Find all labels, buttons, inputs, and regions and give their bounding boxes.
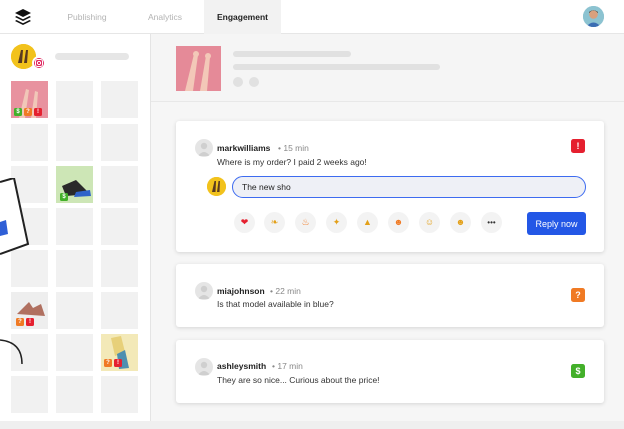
heart-icon[interactable]: ❤ bbox=[234, 212, 255, 233]
post-placeholder bbox=[101, 166, 138, 203]
post-placeholder bbox=[56, 250, 93, 287]
post-placeholder bbox=[11, 124, 48, 161]
post-caption-placeholder bbox=[233, 64, 440, 70]
question-tag-icon[interactable]: ? bbox=[571, 288, 585, 302]
price-tag-badge: $ bbox=[60, 193, 68, 201]
default-avatar-icon bbox=[198, 285, 210, 299]
post-placeholder bbox=[101, 292, 138, 329]
tab-publishing[interactable]: Publishing bbox=[44, 0, 130, 34]
decorative-arc-icon bbox=[0, 339, 23, 365]
post-placeholder bbox=[56, 376, 93, 413]
comment-text: Is that model available in blue? bbox=[217, 299, 334, 309]
post-placeholder bbox=[101, 81, 138, 118]
comment-time: • 15 min bbox=[278, 143, 309, 153]
heart-eyes-icon[interactable]: ☻ bbox=[388, 212, 409, 233]
alert-tag-badge: ! bbox=[34, 108, 42, 116]
post-placeholder bbox=[101, 124, 138, 161]
default-avatar-icon bbox=[198, 361, 210, 375]
instagram-icon bbox=[32, 56, 46, 70]
post-placeholder bbox=[56, 334, 93, 371]
comment-text: They are so nice... Curious about the pr… bbox=[217, 375, 380, 385]
alert-tag-badge: ! bbox=[26, 318, 34, 326]
question-tag-badge: ? bbox=[16, 318, 24, 326]
top-navigation: Publishing Analytics Engagement bbox=[0, 0, 624, 34]
post-placeholder bbox=[56, 208, 93, 245]
post-placeholder bbox=[11, 376, 48, 413]
post-placeholder bbox=[101, 208, 138, 245]
post-placeholder bbox=[101, 250, 138, 287]
hands-icon[interactable]: ❧ bbox=[264, 212, 285, 233]
default-avatar-icon bbox=[198, 142, 210, 156]
tab-analytics[interactable]: Analytics bbox=[124, 0, 206, 34]
comment-card[interactable] bbox=[176, 340, 604, 403]
alert-tag-icon[interactable]: ! bbox=[571, 139, 585, 153]
comment-username[interactable]: ashleysmith bbox=[217, 361, 266, 371]
pray-icon[interactable]: ▲ bbox=[357, 212, 378, 233]
comment-icon bbox=[249, 77, 259, 87]
reply-account-avatar bbox=[207, 177, 226, 196]
account-photo-icon bbox=[207, 177, 226, 196]
smile-icon[interactable]: ☺ bbox=[419, 212, 440, 233]
reply-input[interactable] bbox=[232, 176, 586, 198]
post-caption-placeholder bbox=[233, 51, 351, 57]
post-header bbox=[151, 34, 624, 102]
heart-icon bbox=[233, 77, 243, 87]
tab-engagement[interactable]: Engagement bbox=[204, 0, 281, 34]
question-tag-badge: ? bbox=[24, 108, 32, 116]
comment-time: • 17 min bbox=[272, 361, 303, 371]
reply-now-button[interactable]: Reply now bbox=[527, 212, 586, 235]
comment-time: • 22 min bbox=[270, 286, 301, 296]
post-placeholder bbox=[56, 124, 93, 161]
price-tag-badge: $ bbox=[14, 108, 22, 116]
post-placeholder bbox=[101, 376, 138, 413]
fire-icon[interactable]: ♨ bbox=[295, 212, 316, 233]
comment-username[interactable]: markwilliams bbox=[217, 143, 270, 153]
laugh-icon[interactable]: ☻ bbox=[450, 212, 471, 233]
commenter-avatar bbox=[195, 139, 213, 157]
post-placeholder bbox=[56, 81, 93, 118]
phone-illustration-icon bbox=[0, 178, 30, 255]
comment-username[interactable]: miajohnson bbox=[217, 286, 265, 296]
post-placeholder bbox=[56, 292, 93, 329]
alert-tag-badge: ! bbox=[114, 359, 122, 367]
layers-logo-icon[interactable] bbox=[13, 7, 33, 27]
commenter-avatar bbox=[195, 282, 213, 300]
account-name-placeholder bbox=[55, 53, 129, 60]
question-tag-badge: ? bbox=[104, 359, 112, 367]
more-icon[interactable]: ••• bbox=[481, 212, 502, 233]
window-bottom-edge bbox=[0, 421, 624, 429]
price-tag-icon[interactable]: $ bbox=[571, 364, 585, 378]
post-image-icon bbox=[176, 46, 221, 91]
post-thumbnail[interactable] bbox=[176, 46, 221, 91]
clap-icon[interactable]: ✦ bbox=[326, 212, 347, 233]
user-avatar[interactable] bbox=[583, 6, 604, 27]
commenter-avatar bbox=[195, 358, 213, 376]
comment-text: Where is my order? I paid 2 weeks ago! bbox=[217, 157, 367, 167]
user-photo-icon bbox=[583, 6, 604, 27]
